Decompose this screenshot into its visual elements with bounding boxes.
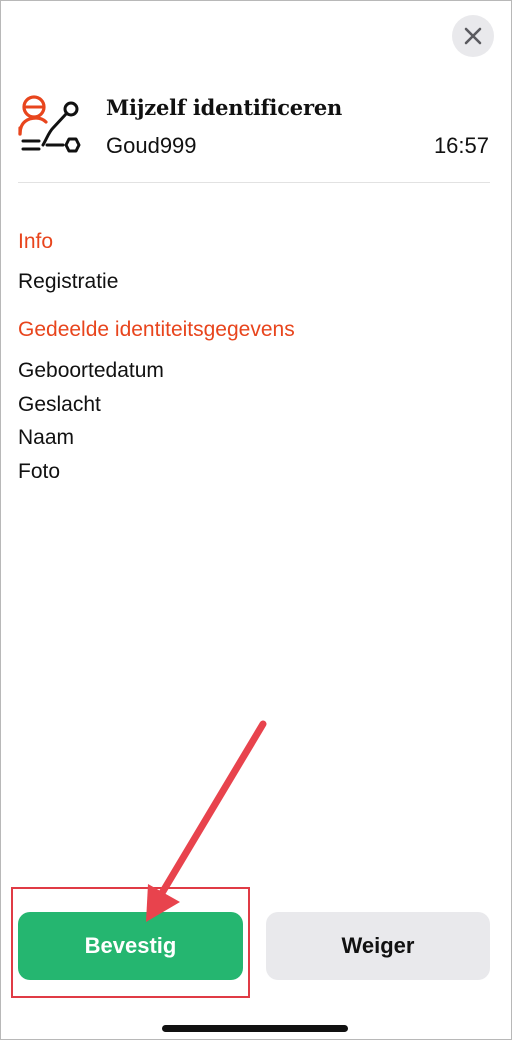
confirm-button-label: Bevestig xyxy=(84,933,177,958)
close-icon xyxy=(464,27,482,45)
shared-data-item: Naam xyxy=(18,426,75,449)
reject-button[interactable]: Weiger xyxy=(266,912,490,980)
home-indicator xyxy=(162,1025,348,1032)
header-divider xyxy=(18,182,490,183)
confirm-button[interactable]: Bevestig xyxy=(18,912,243,980)
shared-data-heading: Gedeelde identiteitsgegevens xyxy=(18,318,295,341)
reject-button-label: Weiger xyxy=(341,933,415,958)
shared-data-item: Geboortedatum xyxy=(18,359,164,382)
page-title: Mijzelf identificeren xyxy=(106,95,343,120)
info-value: Registratie xyxy=(18,270,119,293)
identify-share-icon xyxy=(18,95,81,153)
close-button[interactable] xyxy=(452,15,494,57)
timestamp: 16:57 xyxy=(433,133,489,158)
shared-data-item: Foto xyxy=(18,460,61,483)
shared-data-item: Geslacht xyxy=(18,393,101,416)
account-name: Goud999 xyxy=(106,133,197,158)
info-heading: Info xyxy=(18,230,54,253)
